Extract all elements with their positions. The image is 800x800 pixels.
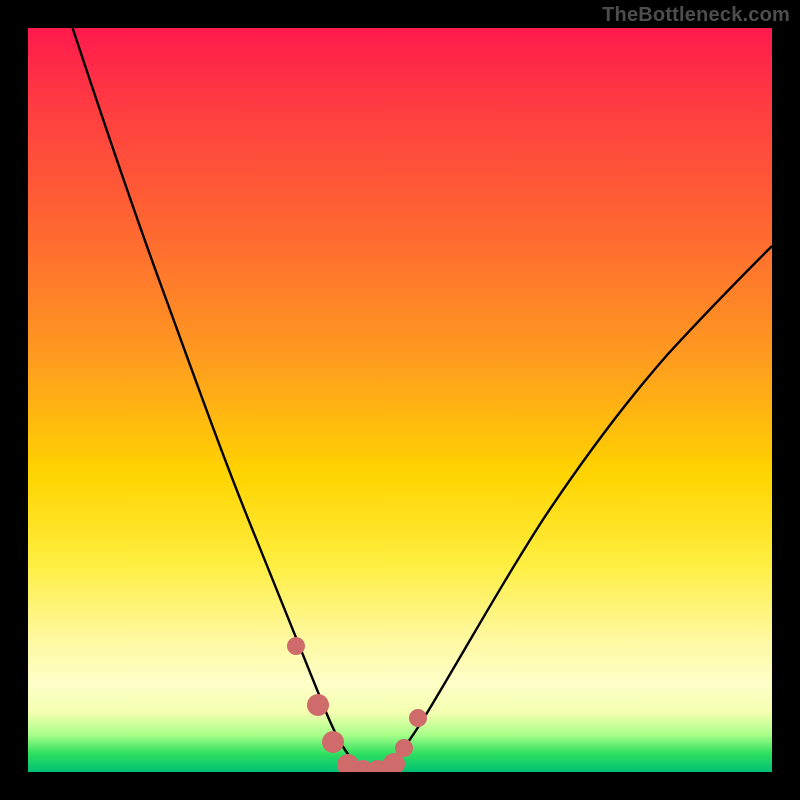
curve-markers xyxy=(287,637,427,772)
bottleneck-curve xyxy=(28,28,772,772)
plot-area xyxy=(28,28,772,772)
chart-frame: TheBottleneck.com xyxy=(0,0,800,800)
curve-path xyxy=(73,28,772,771)
watermark-text: TheBottleneck.com xyxy=(602,4,790,27)
